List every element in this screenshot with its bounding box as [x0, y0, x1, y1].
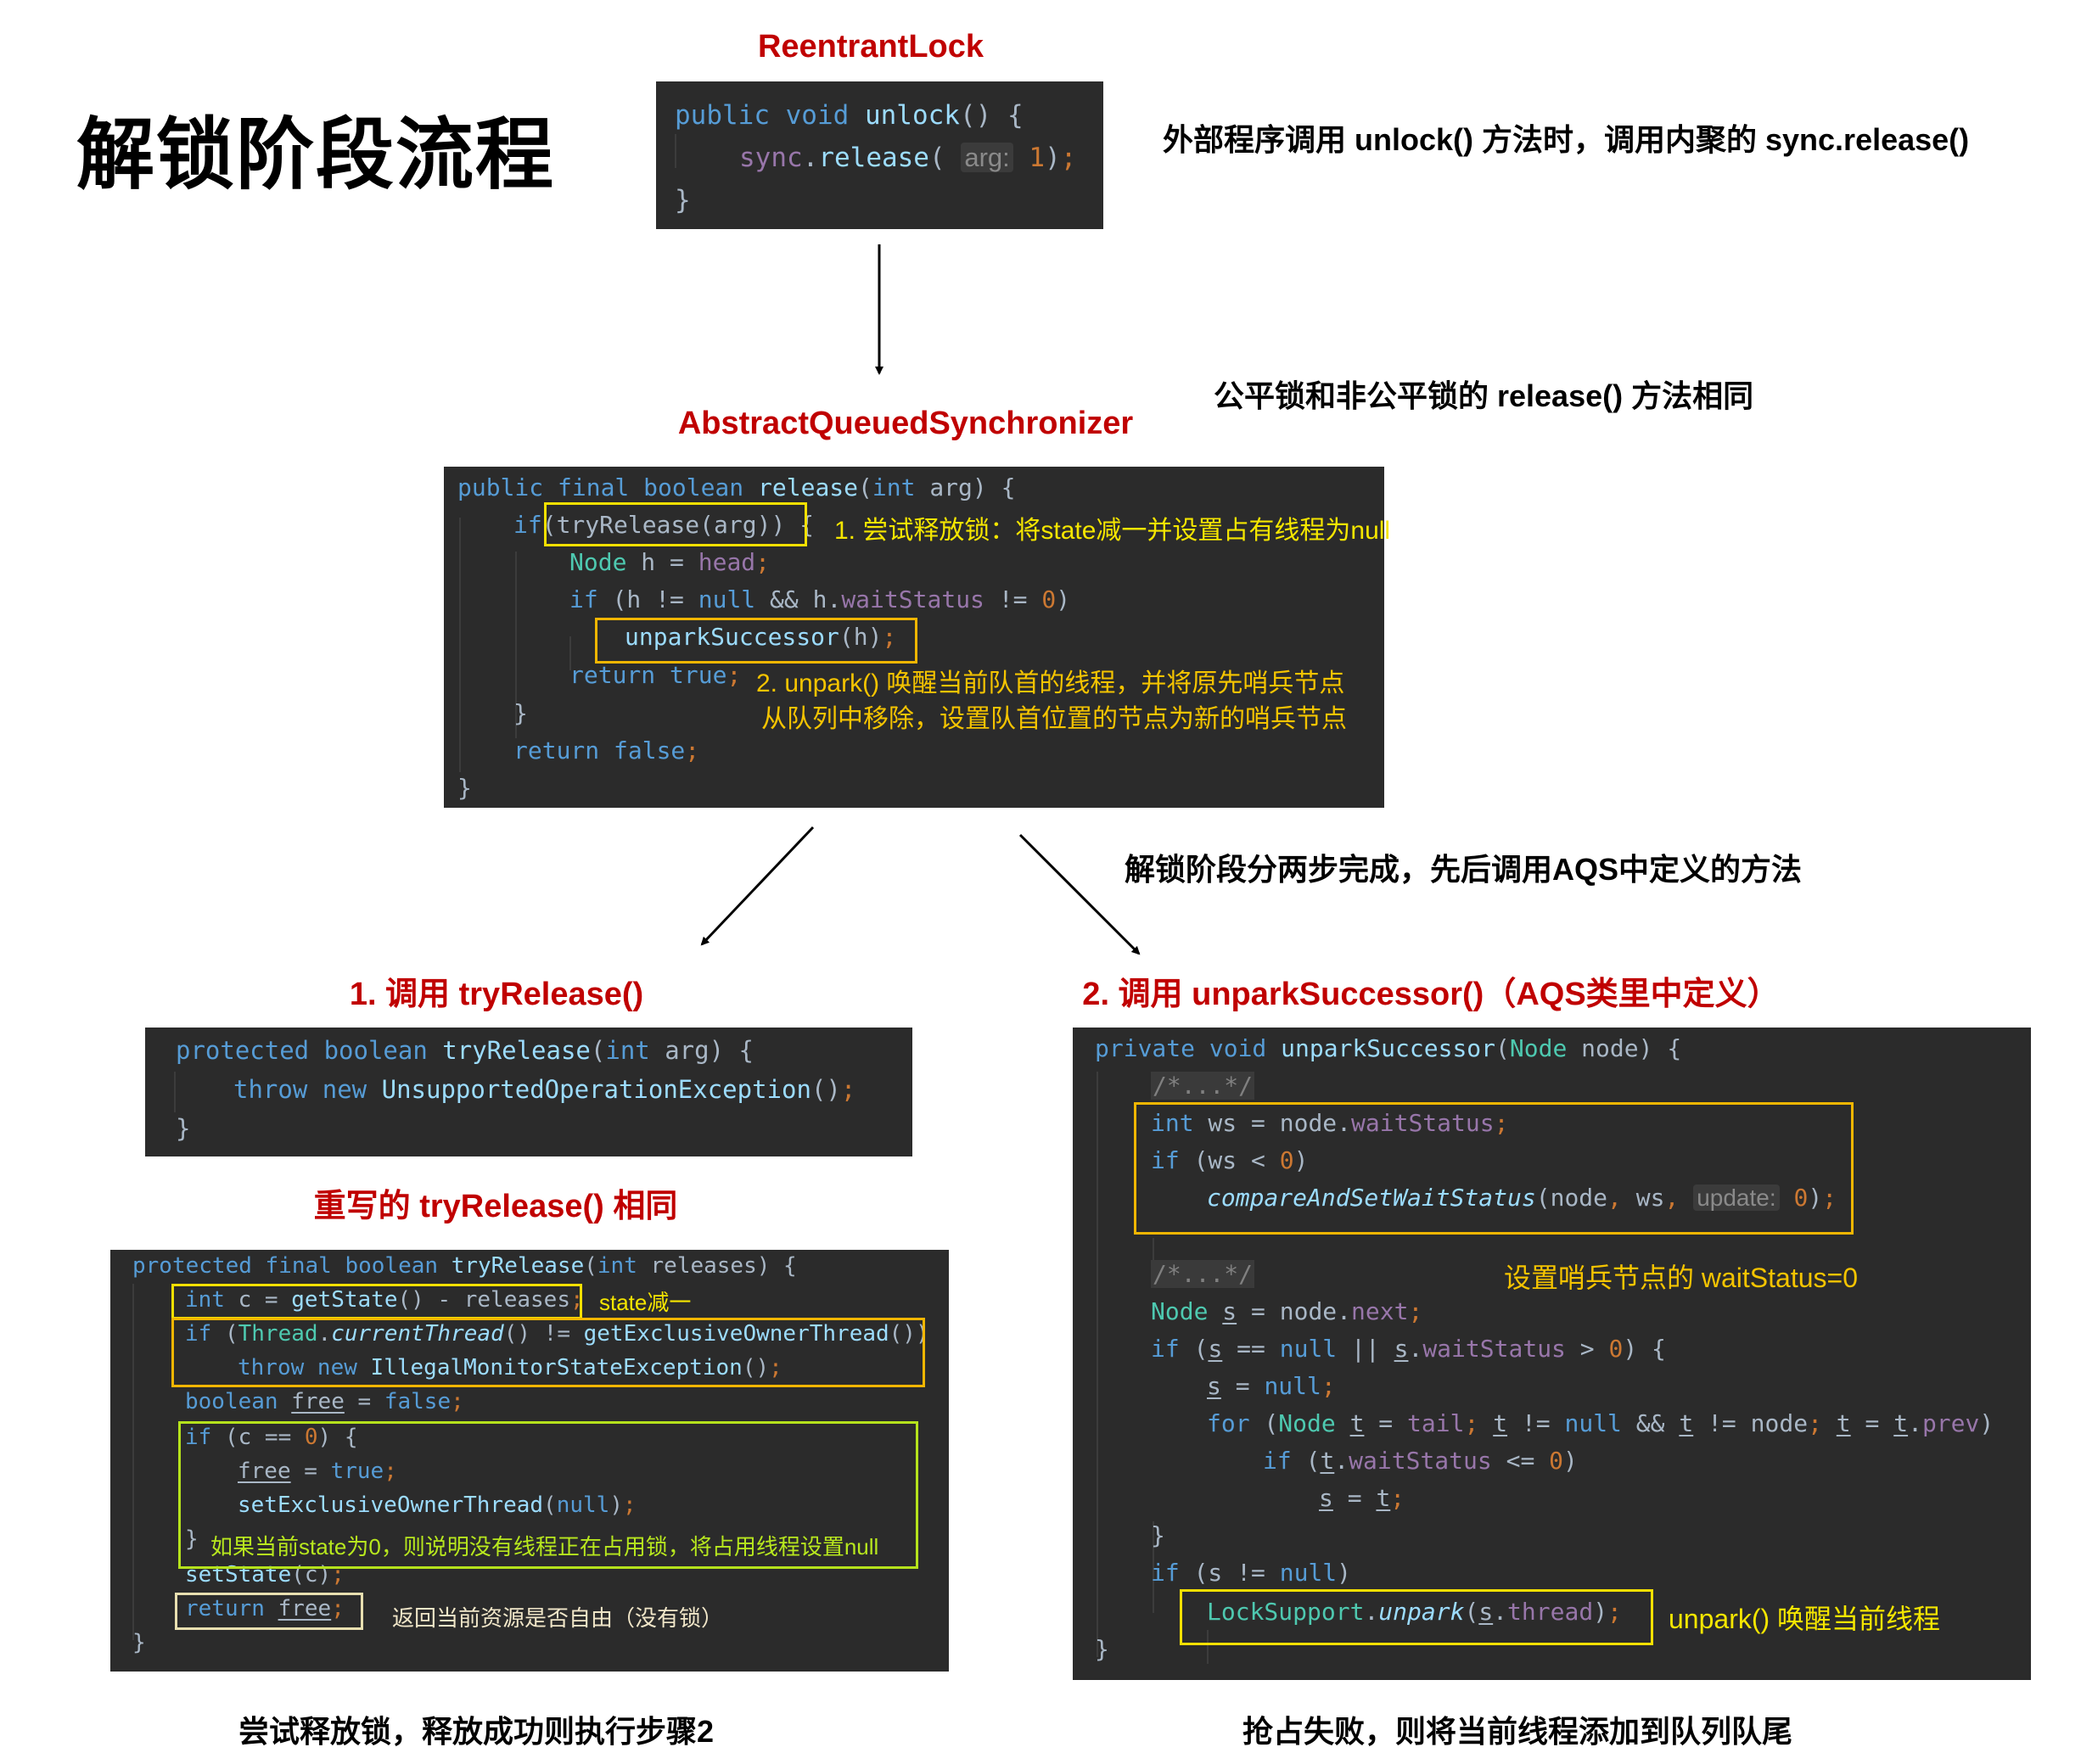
code-fold[interactable]: /*...*/ — [1151, 1260, 1255, 1288]
tryrelease-override-code: protected final boolean tryRelease(int r… — [110, 1250, 949, 1672]
waitstatus-highlight — [1134, 1102, 1854, 1235]
code-line: public final boolean release(int arg) { — [457, 473, 1016, 501]
annotation-state-zero: 如果当前state为0，则说明没有线程正在占用锁，将占用线程设置null — [210, 1534, 879, 1560]
code-line: s = t; — [1319, 1484, 1405, 1512]
arrow-to-tryrelease — [700, 826, 815, 946]
code-line: protected boolean tryRelease(int arg) { — [176, 1036, 754, 1065]
code-line: } — [1151, 1521, 1165, 1549]
annotation-return-free: 返回当前资源是否自由（没有锁） — [392, 1605, 724, 1631]
locksupport-unpark-highlight — [1180, 1589, 1653, 1645]
code-line: Node h = head; — [569, 548, 771, 576]
override-title: 重写的 tryRelease() 相同 — [313, 1189, 678, 1224]
reentrantlock-title: ReentrantLock — [757, 29, 984, 64]
annotation-unpark: unpark() 唤醒当前线程 — [1669, 1604, 1941, 1634]
code-line: for (Node t = tail; t != null && t != no… — [1207, 1409, 1994, 1437]
unlock-code-block: public void unlock() { sync.release( arg… — [656, 81, 1103, 229]
owner-check-highlight — [171, 1318, 925, 1387]
tryrelease-highlight — [544, 502, 807, 546]
code-line: } — [1095, 1635, 1109, 1663]
annotation-unpark-2: 从队列中移除，设置队首位置的节点为新的哨兵节点 — [761, 705, 1347, 733]
code-line: protected final boolean tryRelease(int r… — [132, 1253, 797, 1279]
code-fold[interactable]: /*...*/ — [1151, 1072, 1255, 1100]
code-line: boolean free = false; — [185, 1389, 464, 1414]
code-line: } — [675, 185, 691, 216]
aqs-title: AbstractQueuedSynchronizer — [677, 406, 1134, 441]
state-minus-highlight — [171, 1284, 582, 1319]
code-line: if (t.waitStatus <= 0) — [1263, 1447, 1578, 1475]
param-hint: arg: — [961, 143, 1013, 172]
code-line: if (s != null) — [1151, 1559, 1352, 1587]
unparksuccessor-highlight — [595, 618, 917, 664]
code-line: s = null; — [1207, 1372, 1336, 1400]
annotation-try-release: 1. 尝试释放锁：将state减一并设置占有线程为null — [834, 517, 1391, 545]
code-line: sync.release( arg: 1); — [739, 143, 1077, 173]
step1-footer: 尝试释放锁，释放成功则执行步骤2 — [238, 1714, 715, 1749]
two-step-note: 解锁阶段分两步完成，先后调用AQS中定义的方法 — [1125, 852, 1803, 887]
code-line: return false; — [513, 736, 700, 764]
code-line: } — [513, 699, 528, 727]
code-line: if (s == null || s.waitStatus > 0) { — [1151, 1335, 1666, 1363]
unparksuccessor-code: private void unparkSuccessor(Node node) … — [1073, 1028, 2031, 1680]
code-line: if (h != null && h.waitStatus != 0) — [569, 585, 1071, 613]
code-line: } — [457, 774, 472, 802]
return-free-highlight — [175, 1593, 363, 1630]
code-line: } — [132, 1630, 146, 1655]
annotation-unpark-1: 2. unpark() 唤醒当前队首的线程，并将原先哨兵节点 — [756, 669, 1345, 697]
code-line: Node s = node.next; — [1151, 1297, 1423, 1325]
step1-title: 1. 调用 tryRelease() — [349, 977, 644, 1012]
release-same-note: 公平锁和非公平锁的 release() 方法相同 — [1214, 378, 1754, 413]
step2-footer: 抢占失败，则将当前线程添加到队列队尾 — [1242, 1714, 1793, 1749]
annotation-waitstatus: 设置哨兵节点的 waitStatus=0 — [1504, 1263, 1859, 1293]
release-code-block: public final boolean release(int arg) { … — [444, 467, 1390, 808]
code-line: private void unparkSuccessor(Node node) … — [1095, 1034, 1682, 1062]
code-line: } — [176, 1114, 191, 1143]
unlock-note: 外部程序调用 unlock() 方法时，调用内聚的 sync.release() — [1163, 122, 1970, 157]
step2-title: 2. 调用 unparkSuccessor()（AQS类里中定义） — [1082, 977, 1780, 1012]
code-line: return true; — [569, 661, 742, 689]
tryrelease-base-code: protected boolean tryRelease(int arg) { … — [145, 1028, 912, 1156]
annotation-state-minus: state减一 — [599, 1290, 692, 1315]
arrow-to-unparksuccessor — [1018, 833, 1141, 955]
code-line: throw new UnsupportedOperationException(… — [233, 1075, 856, 1104]
code-line: public void unlock() { — [675, 100, 1024, 131]
